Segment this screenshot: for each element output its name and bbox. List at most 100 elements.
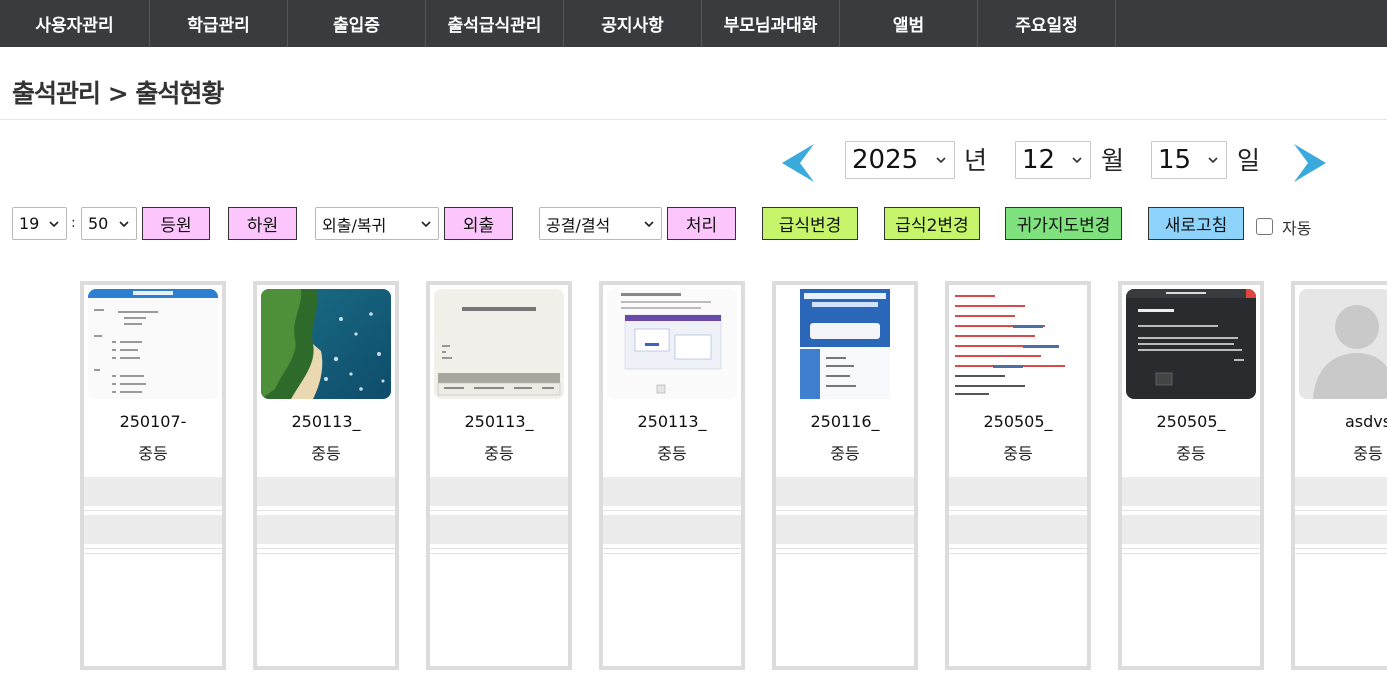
student-name: 250107- (119, 412, 187, 431)
student-card[interactable]: 250116_ 중등 (772, 281, 918, 670)
nav-item-pass[interactable]: 출입증 (288, 0, 426, 47)
document-screenshot-thumbnail (88, 289, 218, 399)
status-row (1122, 515, 1260, 544)
status-row (1295, 515, 1387, 544)
student-name: asdvs (1344, 412, 1387, 431)
status-row (257, 477, 395, 506)
student-level: 중등 (311, 444, 341, 463)
nav-item-classes[interactable]: 학급관리 (150, 0, 288, 47)
prev-date-arrow-icon[interactable] (778, 142, 818, 184)
next-date-arrow-icon[interactable] (1290, 142, 1330, 184)
month-value: 12 (1022, 145, 1056, 175)
day-select[interactable]: 15 (1151, 141, 1227, 179)
row-divider (949, 553, 1087, 554)
student-name: 250116_ (810, 412, 880, 431)
student-photo (1299, 289, 1387, 399)
outing-select[interactable]: 외출/복귀 (315, 207, 439, 240)
dialog-screenshot-thumbnail (1126, 289, 1256, 399)
page-title: 출석관리 > 출석현황 (12, 79, 224, 108)
student-photo (780, 289, 910, 399)
row-divider (776, 553, 914, 554)
status-row (430, 515, 568, 544)
refresh-button[interactable]: 새로고침 (1148, 207, 1244, 240)
status-row (257, 515, 395, 544)
year-unit: 년 (964, 146, 988, 175)
checkout-button[interactable]: 하원 (228, 207, 297, 240)
status-row (776, 515, 914, 544)
coast-photo-thumbnail (261, 289, 391, 399)
status-row (603, 477, 741, 506)
status-row (603, 515, 741, 544)
absence-select[interactable]: 공결/결석 (539, 207, 662, 240)
student-photo (607, 289, 737, 399)
student-card[interactable]: 250113_ 중등 (253, 281, 399, 670)
checkin-button[interactable]: 등원 (142, 207, 210, 240)
student-name: 250505_ (983, 412, 1053, 431)
title-divider (0, 119, 1387, 120)
student-level: 중등 (138, 444, 168, 463)
student-card[interactable]: 250505_ 중등 (945, 281, 1091, 670)
student-level: 중등 (1353, 444, 1383, 463)
row-divider (1122, 548, 1260, 549)
row-divider (257, 510, 395, 511)
meal-change-button[interactable]: 급식변경 (762, 207, 858, 240)
student-card[interactable]: 250505_ 중등 (1118, 281, 1264, 670)
student-name: 250113_ (637, 412, 707, 431)
hour-select[interactable]: 19 (12, 207, 67, 240)
student-level: 중등 (1176, 444, 1206, 463)
row-divider (257, 548, 395, 549)
row-divider (430, 548, 568, 549)
day-unit: 일 (1237, 146, 1261, 175)
nav-item-schedule[interactable]: 주요일정 (978, 0, 1116, 47)
status-row (949, 477, 1087, 506)
row-divider (949, 510, 1087, 511)
student-card[interactable]: 250113_ 중등 (426, 281, 572, 670)
auto-checkbox[interactable] (1256, 218, 1273, 235)
outing-select-value: 외출/복귀 (322, 215, 387, 235)
student-photo (953, 289, 1083, 399)
absence-select-value: 공결/결석 (546, 215, 611, 235)
status-row (1122, 477, 1260, 506)
aircon-ad-thumbnail (780, 289, 910, 399)
row-divider (84, 548, 222, 549)
status-row (84, 515, 222, 544)
status-row (949, 515, 1087, 544)
row-divider (430, 553, 568, 554)
row-divider (603, 548, 741, 549)
student-card[interactable]: 250113_ 중등 (599, 281, 745, 670)
row-divider (776, 510, 914, 511)
year-select[interactable]: 2025 (845, 141, 955, 179)
minute-value: 50 (88, 214, 109, 233)
row-divider (603, 510, 741, 511)
time-separator: : (71, 215, 76, 231)
month-select[interactable]: 12 (1015, 141, 1091, 179)
row-divider (1295, 510, 1387, 511)
student-name: 250113_ (464, 412, 534, 431)
nav-item-users[interactable]: 사용자관리 (0, 0, 150, 47)
month-unit: 월 (1101, 146, 1125, 175)
nav-item-album[interactable]: 앨범 (840, 0, 978, 47)
chevron-down-icon (421, 221, 431, 228)
student-level: 중등 (1003, 444, 1033, 463)
guidance-change-button[interactable]: 귀가지도변경 (1005, 207, 1122, 240)
chevron-down-icon (1208, 157, 1218, 164)
student-name: 250113_ (291, 412, 361, 431)
status-row (776, 477, 914, 506)
student-level: 중등 (484, 444, 514, 463)
text-screenshot-thumbnail (953, 289, 1083, 399)
student-photo (261, 289, 391, 399)
outing-button[interactable]: 외출 (444, 207, 513, 240)
nav-item-notice[interactable]: 공지사항 (564, 0, 702, 47)
chevron-down-icon (936, 157, 946, 164)
nav-item-parent-chat[interactable]: 부모님과대화 (702, 0, 840, 47)
student-photo (434, 289, 564, 399)
student-card[interactable]: asdvs 중등 (1291, 281, 1387, 670)
nav-item-attendance-meal[interactable]: 출석급식관리 (426, 0, 564, 47)
auto-label: 자동 (1282, 219, 1312, 238)
process-button[interactable]: 처리 (667, 207, 736, 240)
student-card[interactable]: 250107- 중등 (80, 281, 226, 670)
meal2-change-button[interactable]: 급식2변경 (884, 207, 980, 240)
minute-select[interactable]: 50 (81, 207, 137, 240)
student-photo (88, 289, 218, 399)
student-level: 중등 (830, 444, 860, 463)
